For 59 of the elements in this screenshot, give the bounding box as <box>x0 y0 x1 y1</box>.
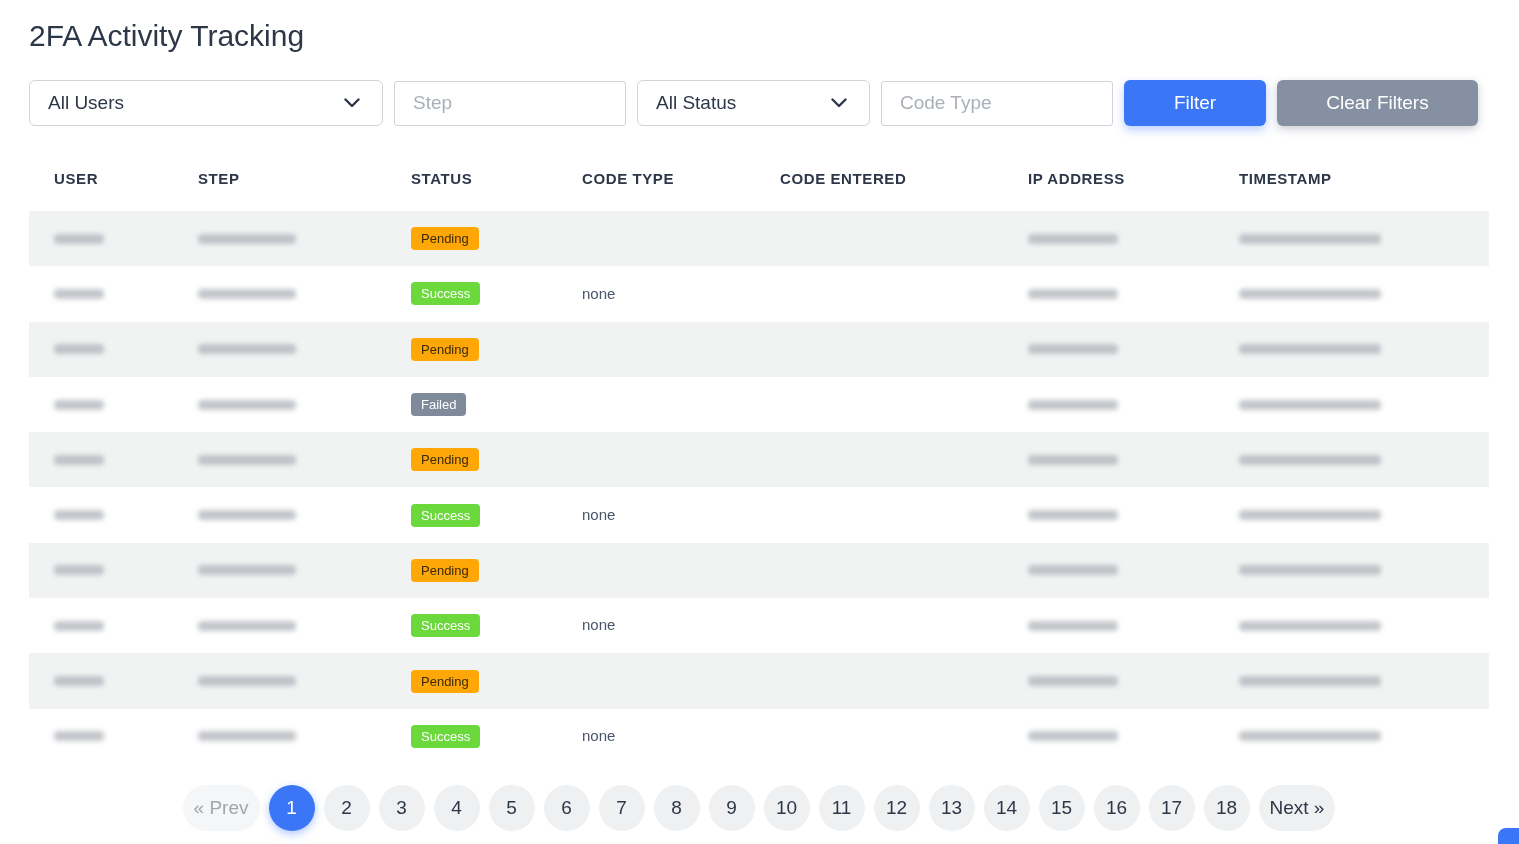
column-header: TIMESTAMP <box>1239 169 1332 187</box>
status-badge: Success <box>411 724 481 748</box>
page-button[interactable]: 1 <box>268 784 315 831</box>
column-header: USER <box>54 169 99 187</box>
status-badge: Success <box>411 282 481 306</box>
page-button[interactable]: 16 <box>1093 784 1140 831</box>
page-button[interactable]: 18 <box>1203 784 1250 831</box>
user-filter-dropdown[interactable]: All Users <box>29 80 383 126</box>
next-page-button[interactable]: Next » <box>1258 784 1336 831</box>
column-header: STEP <box>198 169 240 187</box>
page-button[interactable]: 6 <box>543 784 590 831</box>
blurred-text <box>54 344 104 355</box>
page-button[interactable]: 5 <box>488 784 535 831</box>
page-button[interactable]: 17 <box>1148 784 1195 831</box>
status-badge: Success <box>411 614 481 638</box>
status-badge: Pending <box>411 448 479 472</box>
page-button[interactable]: 11 <box>818 784 865 831</box>
chevron-down-icon <box>831 98 847 108</box>
page-button[interactable]: 15 <box>1038 784 1085 831</box>
blurred-text <box>54 454 104 465</box>
table-cell-text: none <box>582 615 616 636</box>
page-button[interactable]: 3 <box>378 784 425 831</box>
status-badge: Failed <box>411 393 467 417</box>
page-button[interactable]: 14 <box>983 784 1030 831</box>
page-button[interactable]: 13 <box>928 784 975 831</box>
column-header: IP ADDRESS <box>1028 169 1125 187</box>
code-type-filter-field[interactable]: Code Type <box>881 80 1113 126</box>
column-header: CODE ENTERED <box>780 169 907 187</box>
floating-button[interactable] <box>1498 828 1519 844</box>
table-cell-text: none <box>582 504 616 525</box>
blurred-text <box>54 620 104 631</box>
blurred-text <box>54 565 104 576</box>
column-header: CODE TYPE <box>582 169 675 187</box>
page-button[interactable]: 12 <box>873 784 920 831</box>
table-cell-text: none <box>582 726 616 747</box>
page-button[interactable]: 4 <box>433 784 480 831</box>
status-badge: Pending <box>411 227 479 251</box>
blurred-text <box>54 399 104 410</box>
blurred-text <box>54 288 104 299</box>
chevron-down-icon <box>344 98 360 108</box>
blurred-text <box>54 233 104 244</box>
page-button[interactable]: 10 <box>763 784 810 831</box>
status-badge: Pending <box>411 337 479 361</box>
blurred-text <box>54 731 104 742</box>
step-filter-field[interactable]: Step <box>394 80 626 126</box>
page-button[interactable]: 7 <box>598 784 645 831</box>
page-button[interactable]: 2 <box>323 784 370 831</box>
status-badge: Pending <box>411 558 479 582</box>
table-cell-text: none <box>582 283 616 304</box>
column-header: STATUS <box>411 169 473 187</box>
page-button[interactable]: 8 <box>653 784 700 831</box>
filter-button[interactable]: Filter <box>1124 80 1266 126</box>
blurred-text <box>54 510 104 521</box>
status-filter-dropdown[interactable]: All Status <box>637 80 870 126</box>
page-button[interactable]: 9 <box>708 784 755 831</box>
blurred-text <box>54 676 104 686</box>
status-badge: Success <box>411 503 481 527</box>
page-title: 2FA Activity Tracking <box>29 18 305 54</box>
status-badge: Pending <box>411 669 479 693</box>
